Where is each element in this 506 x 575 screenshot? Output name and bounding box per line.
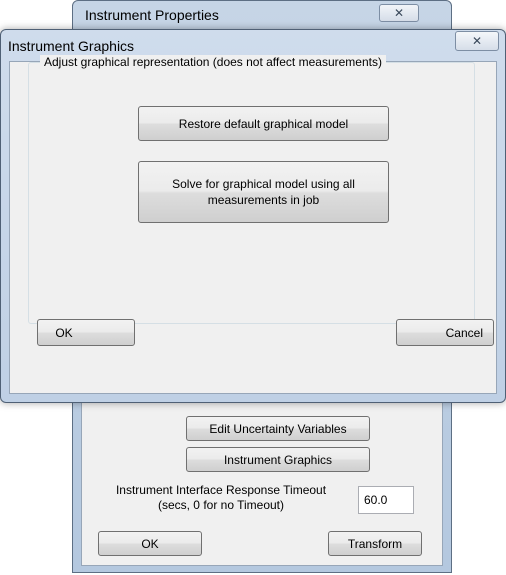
close-icon[interactable]: ✕ bbox=[379, 4, 419, 22]
instrument-properties-client: Edit Uncertainty Variables Instrument Gr… bbox=[81, 389, 443, 566]
groupbox-label: Adjust graphical representation (does no… bbox=[40, 55, 386, 70]
solve-graphical-model-button[interactable]: Solve for graphical model using all meas… bbox=[138, 161, 389, 223]
close-icon[interactable]: ✕ bbox=[455, 31, 499, 51]
edit-uncertainty-variables-button[interactable]: Edit Uncertainty Variables bbox=[186, 416, 370, 441]
properties-ok-label: OK bbox=[141, 536, 159, 551]
timeout-label: Instrument Interface Response Timeout (s… bbox=[92, 483, 350, 513]
timeout-label-line1: Instrument Interface Response Timeout bbox=[115, 483, 327, 497]
properties-ok-button[interactable]: OK bbox=[98, 531, 202, 556]
cancel-label: Cancel bbox=[445, 325, 483, 340]
cancel-button[interactable]: Cancel bbox=[396, 319, 494, 346]
solve-label-line1: Solve for graphical model using all bbox=[172, 177, 355, 191]
instrument-graphics-button[interactable]: Instrument Graphics bbox=[186, 447, 370, 472]
edit-uncertainty-variables-label: Edit Uncertainty Variables bbox=[209, 421, 347, 436]
timeout-input[interactable] bbox=[358, 486, 414, 514]
solve-label-line2: measurements in job bbox=[207, 193, 320, 207]
ok-button[interactable]: OK bbox=[37, 319, 135, 346]
timeout-label-line2: (secs, 0 for no Timeout) bbox=[157, 498, 285, 512]
instrument-properties-title: Instrument Properties bbox=[85, 7, 219, 23]
instrument-graphics-label: Instrument Graphics bbox=[223, 452, 333, 467]
restore-default-model-button[interactable]: Restore default graphical model bbox=[138, 106, 389, 141]
restore-default-model-label: Restore default graphical model bbox=[178, 116, 349, 131]
transform-label: Transform bbox=[347, 536, 403, 551]
transform-button[interactable]: Transform bbox=[328, 531, 422, 556]
ok-label: OK bbox=[55, 325, 73, 340]
dialog-title: Instrument Graphics bbox=[8, 38, 135, 54]
